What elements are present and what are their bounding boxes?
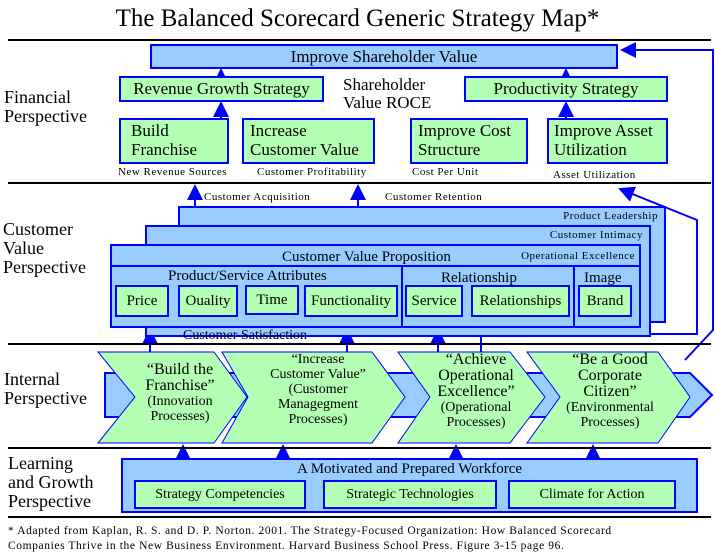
attribute-service: Service	[405, 285, 463, 317]
strategic-technologies-box: Strategic Technologies	[323, 480, 497, 509]
divider	[8, 343, 711, 345]
footnote: * Adapted from Kaplan, R. S. and D. P. N…	[8, 525, 612, 552]
attribute-relationships: Relationships	[471, 285, 570, 317]
divider	[8, 182, 711, 184]
improve-shareholder-value-box: Improve Shareholder Value	[150, 44, 618, 69]
divider	[8, 516, 711, 518]
revenue-growth-box: Revenue Growth Strategy	[119, 76, 324, 102]
measure-label: New Revenue Sources	[118, 166, 228, 178]
shareholder-value-roce: Shareholder Value ROCE	[343, 75, 432, 112]
measure-label: Asset Utilization	[553, 169, 636, 181]
attribute-price: Price	[115, 285, 169, 317]
internal-process-build-franchise: “Build the Franchise” (Innovation Processes…	[145, 361, 215, 425]
improve-cost-structure-box: Improve Cost Structure	[410, 118, 528, 164]
customer-retention-label: Customer Retention	[385, 191, 483, 203]
customer-acquisition-label: Customer Acquisition	[204, 191, 311, 203]
page-title: The Balanced Scorecard Generic Strategy …	[115, 5, 600, 32]
divider	[8, 39, 711, 41]
divider	[8, 447, 711, 449]
internal-process-increase-customer-value: “Increase Customer Value” (Customer Manageg…	[270, 352, 366, 427]
improve-asset-utilization-box: Improve Asset Utilization	[547, 118, 668, 164]
attribute-functionality: Functionality	[304, 285, 398, 317]
customer-perspective-label: Customer Value Perspective	[3, 219, 86, 277]
climate-for-action-box: Climate for Action	[508, 480, 676, 509]
section-label: Product/Service Attributes	[168, 268, 327, 284]
learning-perspective-label: Learning and Growth Perspective	[8, 453, 94, 511]
increase-customer-value-box: Increase Customer Value	[242, 118, 375, 164]
productivity-box: Productivity Strategy	[464, 76, 668, 102]
attribute-brand: Brand	[578, 285, 632, 317]
customer-value-proposition: Customer Value Proposition	[282, 249, 451, 265]
divider	[573, 266, 575, 326]
internal-process-operational-excellence: “Achieve Operational Excellence” (Operation…	[437, 351, 515, 431]
attribute-time: Time	[245, 285, 299, 315]
layer-label: Product Leadership	[563, 210, 658, 222]
layer-label: Operational Excellence	[521, 250, 635, 262]
divider	[401, 266, 403, 326]
divider	[112, 265, 639, 267]
build-franchise-box: Build Franchise	[119, 118, 229, 164]
layer-label: Customer Intimacy	[549, 229, 643, 241]
customer-satisfaction-label: Customer Satisfaction	[183, 328, 308, 343]
financial-perspective-label: Financial Perspective	[4, 87, 87, 126]
strategy-competencies-box: Strategy Competencies	[134, 480, 306, 509]
internal-process-corporate-citizen: “Be a Good Corporate Citizen” (Environmenta…	[566, 351, 654, 431]
workforce-header: A Motivated and Prepared Workforce	[296, 460, 523, 477]
attribute-quality: Ouality	[178, 285, 238, 317]
internal-perspective-label: Internal Perspective	[4, 369, 87, 408]
measure-label: Customer Profitability	[257, 166, 367, 178]
strategy-map: The Balanced Scorecard Generic Strategy …	[0, 0, 715, 557]
measure-label: Cost Per Unit	[412, 166, 479, 178]
